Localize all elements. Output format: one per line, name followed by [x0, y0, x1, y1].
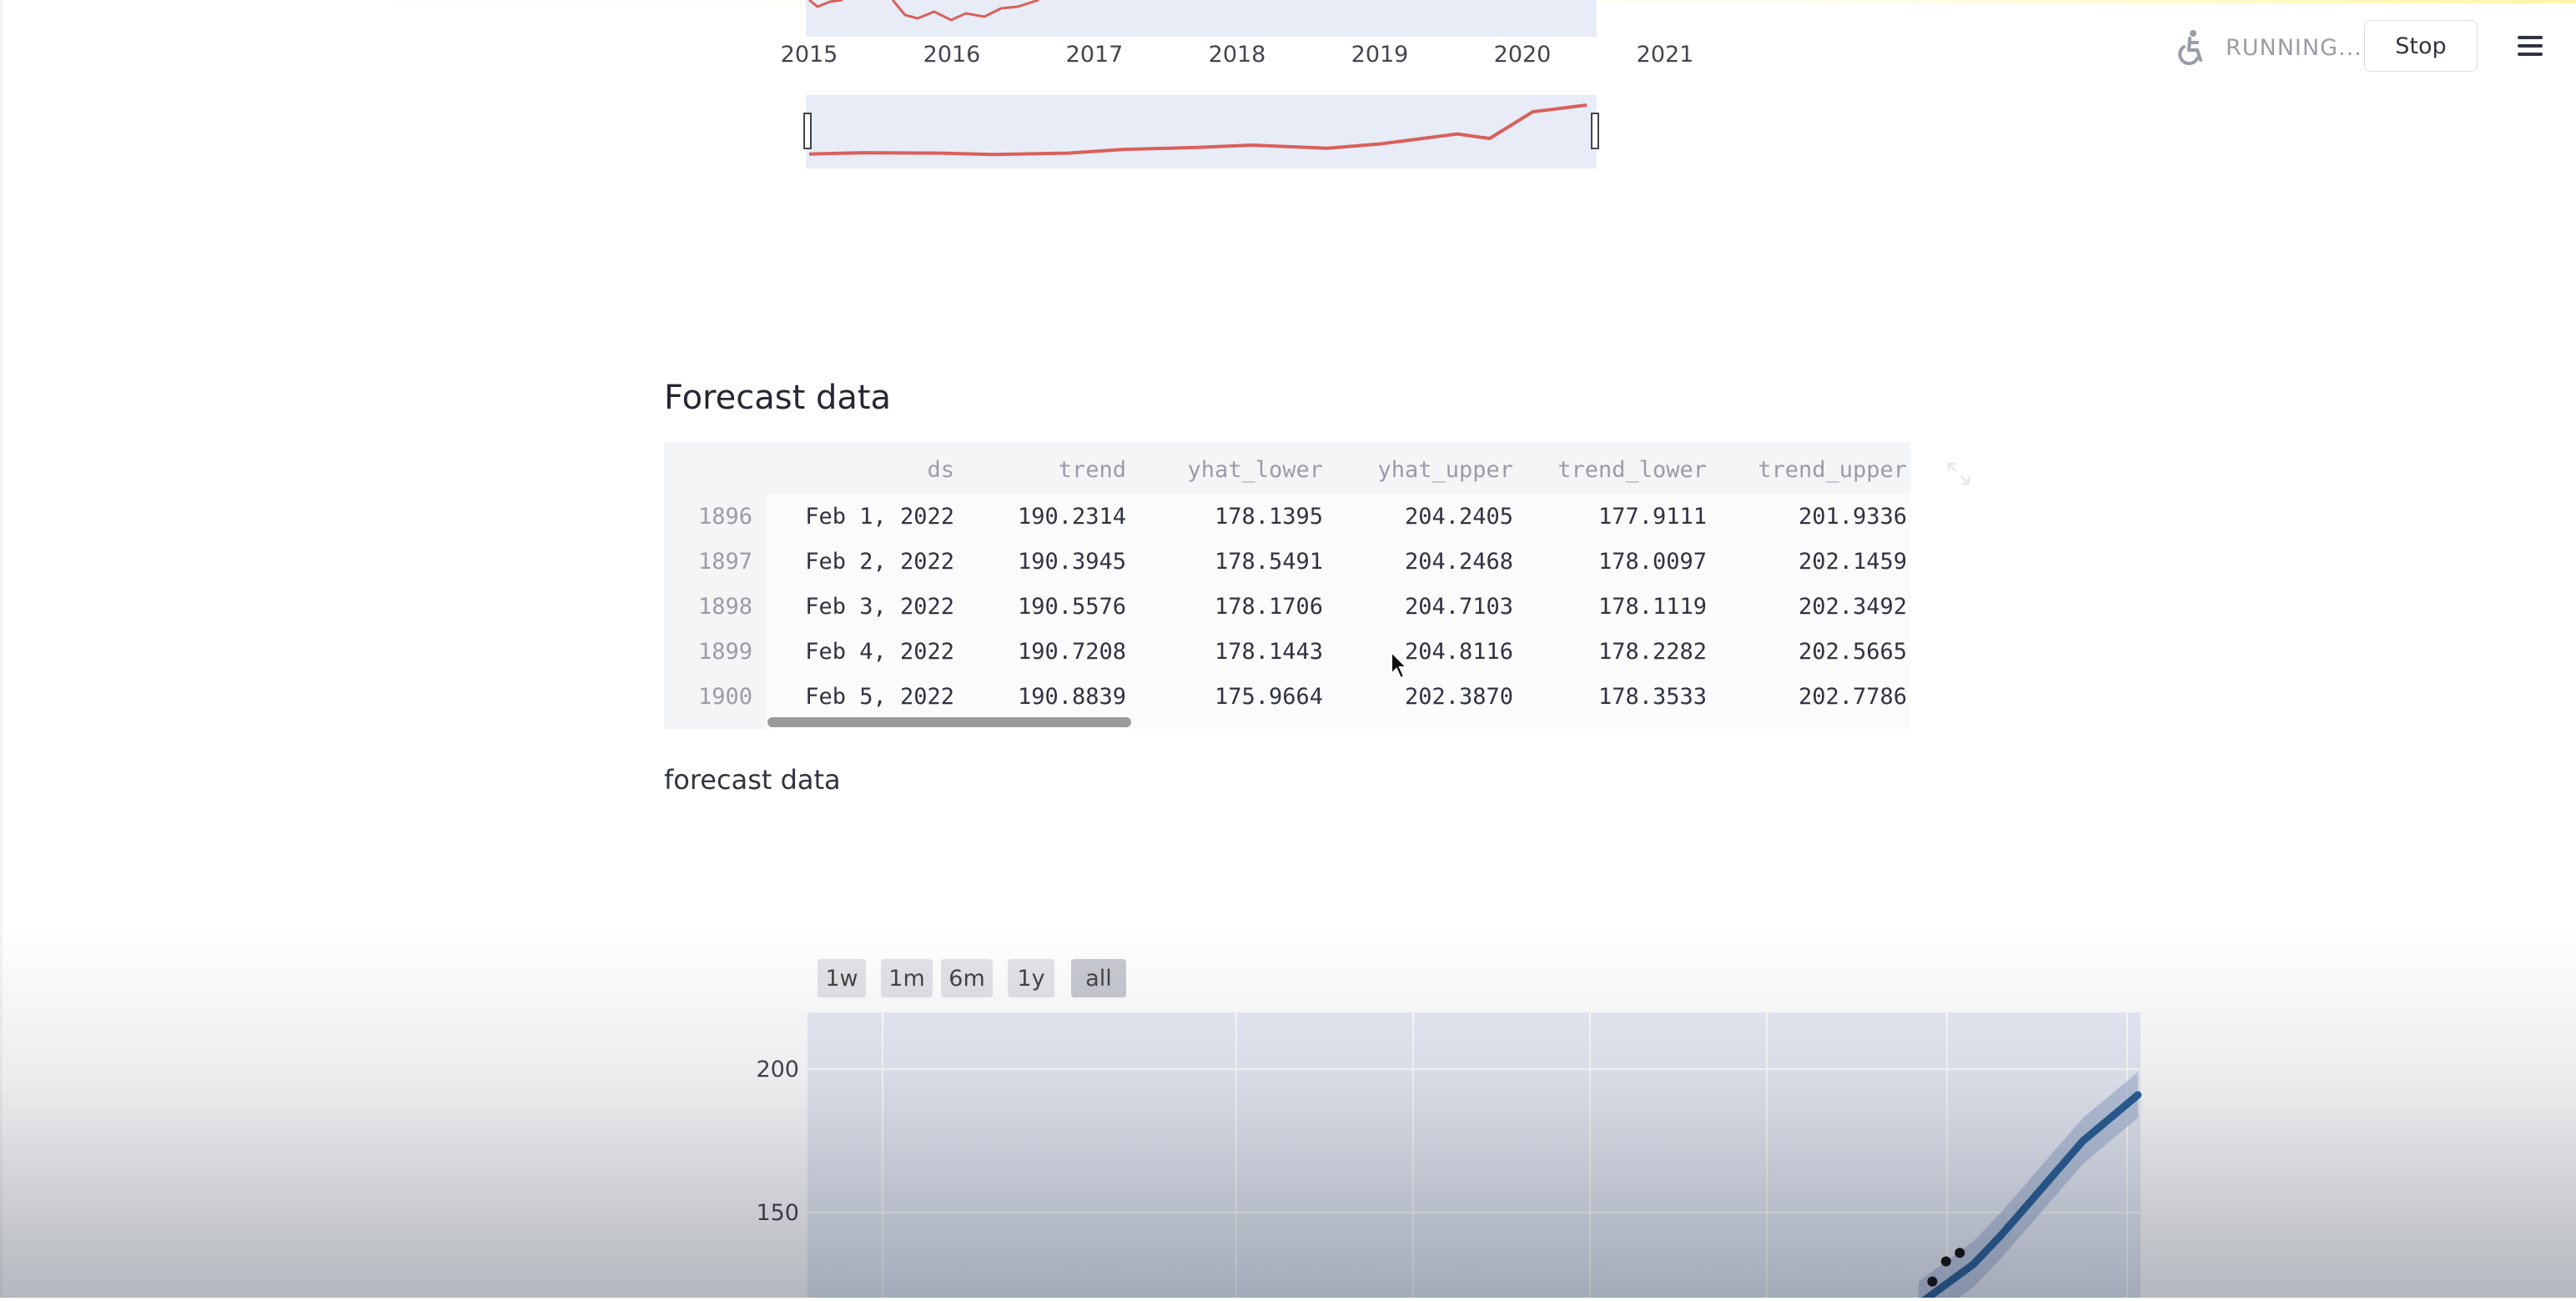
cell-trend-upper: 202.3492 [1798, 594, 1907, 620]
actual-point [1955, 1248, 1965, 1258]
column-header-yhat-upper[interactable]: yhat_upper [1377, 457, 1513, 483]
cell-trend-upper: 201.9336 [1798, 504, 1907, 530]
cell-yhat-upper: 204.7103 [1404, 594, 1513, 620]
table-row[interactable]: 1898 Feb 3, 2022 190.5576 178.1706 204.7103 1… [664, 584, 1910, 629]
column-header-trend[interactable]: trend [1059, 457, 1126, 483]
range-button-6m[interactable]: 6m [941, 959, 993, 997]
range-button-1m[interactable]: 1m [881, 959, 933, 997]
caption-text: forecast data [664, 764, 841, 796]
running-status: RUNNING... [2226, 35, 2362, 61]
range-slider-handle-left [803, 113, 812, 149]
actual-point [1940, 1256, 1951, 1267]
price-chart[interactable]: 2015 2016 2017 2018 2019 2020 2021 [751, 0, 1718, 183]
column-header-yhat-lower[interactable]: yhat_lower [1187, 457, 1323, 483]
cell-yhat-lower: 178.1706 [1214, 594, 1323, 620]
stop-button[interactable]: Stop [2364, 20, 2478, 72]
fullscreen-icon[interactable] [1945, 460, 1972, 487]
horizontal-scrollbar[interactable] [767, 717, 1131, 727]
column-header-ds[interactable]: ds [927, 457, 954, 483]
cell-ds: Feb 5, 2022 [805, 684, 954, 710]
column-header-trend-lower[interactable]: trend_lower [1557, 457, 1707, 483]
y-tick-label: 150 [756, 1200, 799, 1226]
cell-yhat-lower: 178.1395 [1214, 504, 1323, 530]
cell-trend-lower: 177.9111 [1597, 504, 1707, 530]
cell-yhat-lower: 178.1443 [1214, 639, 1323, 665]
x-tick-label: 2021 [1637, 42, 1694, 68]
actual-point [1927, 1276, 1938, 1287]
cell-trend: 190.7208 [1017, 639, 1126, 665]
section-title: Forecast data [664, 379, 892, 417]
table-row[interactable]: 1896 Feb 1, 2022 190.2314 178.1395 204.2405 1… [664, 494, 1910, 539]
cell-yhat-upper: 202.3870 [1404, 684, 1513, 710]
cell-trend: 190.3945 [1017, 549, 1126, 575]
range-button-1w[interactable]: 1w [818, 959, 866, 997]
column-header-trend-upper[interactable]: trend_upper [1758, 457, 1907, 483]
cell-trend: 190.8839 [1017, 684, 1126, 710]
table-row[interactable]: 1897 Feb 2, 2022 190.3945 178.5491 204.2468 1… [664, 539, 1910, 584]
cell-trend-upper: 202.7786 [1798, 684, 1907, 710]
plot-area [806, 0, 1597, 37]
cell-ds: Feb 1, 2022 [805, 504, 954, 530]
x-tick-label: 2019 [1351, 42, 1409, 68]
cell-trend-lower: 178.3533 [1597, 684, 1707, 710]
cell-trend: 190.2314 [1017, 504, 1126, 530]
cell-trend-lower: 178.0097 [1597, 549, 1707, 575]
range-slider-handle-right [1591, 113, 1599, 149]
table-header: ds trend yhat_lower yhat_upper trend_lower tr… [664, 442, 1910, 494]
cell-ds: Feb 2, 2022 [805, 549, 954, 575]
cell-index: 1898 [697, 594, 752, 620]
cell-yhat-lower: 178.5491 [1214, 549, 1323, 575]
y-axis: 150 200 [756, 1057, 799, 1226]
x-axis: 2015 2016 2017 2018 2019 2020 2021 [781, 42, 1694, 68]
cell-yhat-upper: 204.8116 [1404, 639, 1513, 665]
cell-yhat-upper: 204.2468 [1404, 549, 1513, 575]
x-tick-label: 2016 [923, 42, 981, 68]
x-tick-label: 2018 [1209, 42, 1266, 68]
y-tick-label: 200 [756, 1057, 799, 1082]
cell-index: 1899 [697, 639, 752, 665]
cell-ds: Feb 3, 2022 [805, 594, 954, 620]
x-tick-label: 2020 [1494, 42, 1552, 68]
table-row[interactable]: 1899 Feb 4, 2022 190.7208 178.1443 204.8116 1… [664, 629, 1910, 674]
table-row[interactable]: 1900 Feb 5, 2022 190.8839 175.9664 202.3870 1… [664, 674, 1910, 719]
accessibility-running-icon [2178, 30, 2202, 66]
cell-trend-upper: 202.1459 [1798, 549, 1907, 575]
cell-trend: 190.5576 [1017, 594, 1126, 620]
cell-trend-lower: 178.1119 [1597, 594, 1707, 620]
cell-yhat-upper: 204.2405 [1404, 504, 1513, 530]
cell-trend-upper: 202.5665 [1798, 639, 1907, 665]
range-button-1y[interactable]: 1y [1008, 959, 1054, 997]
cell-trend-lower: 178.2282 [1597, 639, 1707, 665]
plot-area [808, 1012, 2141, 1298]
forecast-chart[interactable]: 150 200 [717, 1001, 2152, 1301]
x-tick-label: 2015 [781, 42, 838, 68]
range-slider-track [806, 95, 1597, 168]
mouse-cursor-icon [1391, 650, 1409, 680]
cell-ds: Feb 4, 2022 [805, 639, 954, 665]
hamburger-menu-icon[interactable] [2516, 33, 2544, 58]
left-edge [0, 0, 3, 1298]
cell-index: 1896 [697, 504, 752, 530]
forecast-table[interactable]: ds trend yhat_lower yhat_upper trend_lower tr… [664, 442, 1910, 729]
x-tick-label: 2017 [1066, 42, 1124, 68]
cell-index: 1900 [697, 684, 752, 710]
cell-yhat-lower: 175.9664 [1214, 684, 1323, 710]
range-button-all[interactable]: all [1071, 959, 1126, 997]
cell-index: 1897 [697, 549, 752, 575]
